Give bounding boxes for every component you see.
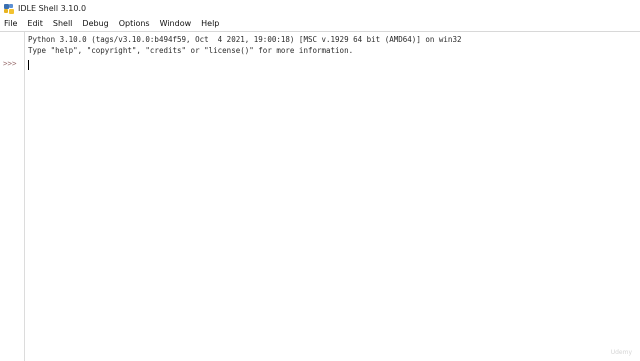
shell-editor[interactable]: >>> Python 3.10.0 (tags/v3.10.0:b494f59,… — [0, 31, 640, 361]
window-title: IDLE Shell 3.10.0 — [18, 4, 87, 13]
title-bar[interactable]: IDLE Shell 3.10.0 — [0, 0, 640, 17]
menu-debug[interactable]: Debug — [77, 17, 113, 31]
menu-file[interactable]: File — [0, 17, 22, 31]
menu-options[interactable]: Options — [114, 17, 155, 31]
menu-shell[interactable]: Shell — [48, 17, 78, 31]
menu-edit[interactable]: Edit — [22, 17, 48, 31]
menu-help[interactable]: Help — [196, 17, 224, 31]
watermark: Udemy — [610, 349, 632, 356]
shell-output[interactable]: Python 3.10.0 (tags/v3.10.0:b494f59, Oct… — [28, 34, 634, 354]
menu-bar: File Edit Shell Debug Options Window Hel… — [0, 17, 640, 31]
python-idle-icon — [4, 3, 14, 14]
banner-line-1: Python 3.10.0 (tags/v3.10.0:b494f59, Oct… — [28, 35, 462, 44]
shell-prompt: >>> — [3, 59, 17, 68]
menu-window[interactable]: Window — [155, 17, 197, 31]
idle-shell-window: IDLE Shell 3.10.0 File Edit Shell Debug … — [0, 0, 640, 361]
prompt-gutter: >>> — [0, 32, 25, 361]
banner-line-2: Type "help", "copyright", "credits" or "… — [28, 46, 354, 55]
text-cursor — [28, 60, 29, 70]
